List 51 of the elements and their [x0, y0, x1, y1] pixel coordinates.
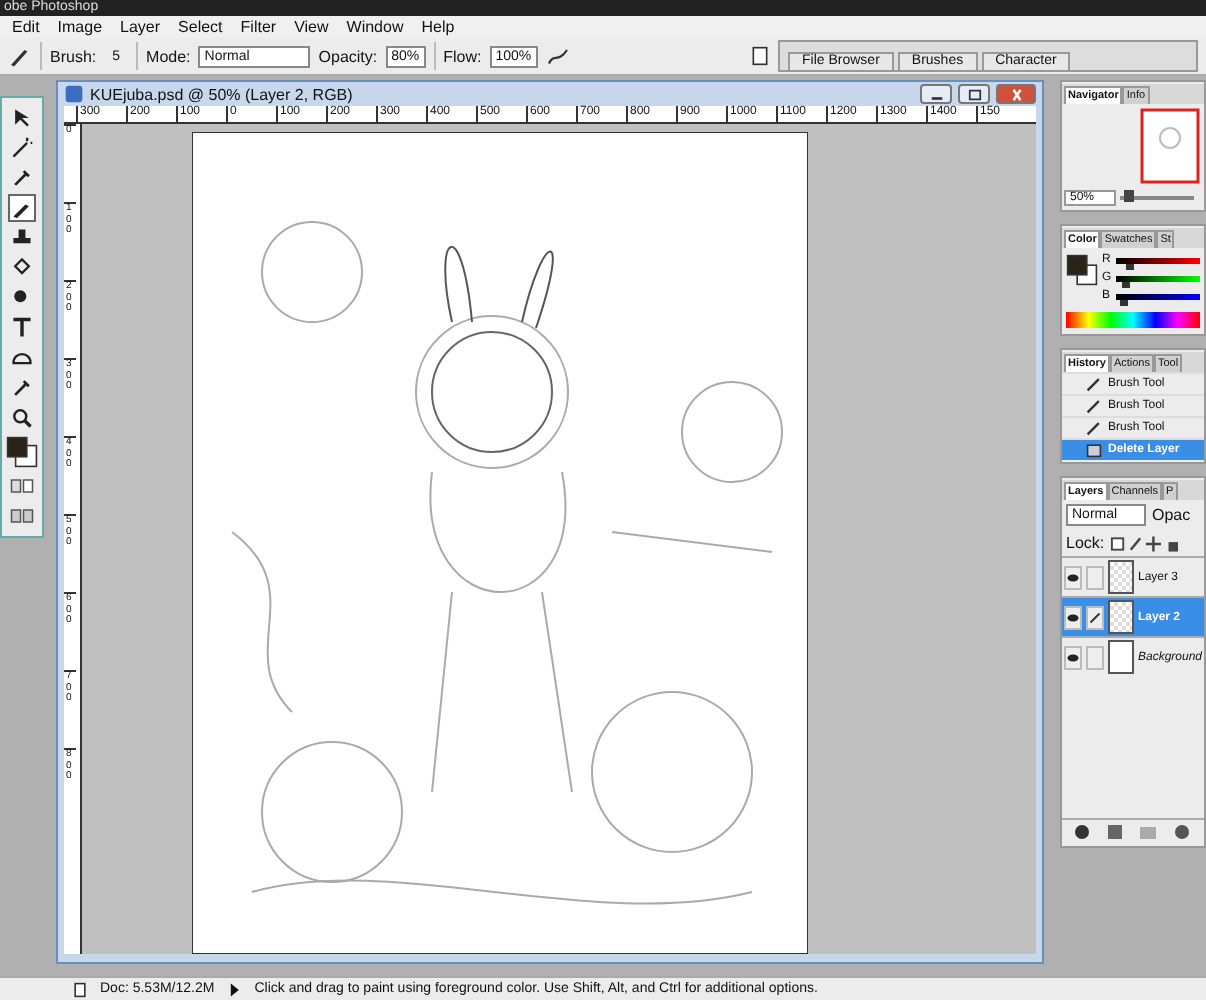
eye-icon[interactable]: [1066, 571, 1080, 583]
slider-thumb[interactable]: [1122, 281, 1131, 287]
minimize-button[interactable]: [920, 84, 952, 104]
menu-item[interactable]: Image: [57, 18, 103, 36]
document-title: KUEjuba.psd @ 50% (Layer 2, RGB): [90, 85, 353, 103]
eye-icon[interactable]: [1066, 651, 1080, 663]
close-button[interactable]: [996, 84, 1036, 104]
layer-icon: [1086, 442, 1102, 458]
document-icon[interactable]: [750, 46, 770, 66]
navigator-thumbnail: [1140, 108, 1200, 184]
slider-thumb[interactable]: [1119, 299, 1128, 305]
eyedropper-tool-icon[interactable]: [10, 376, 34, 400]
brush-icon[interactable]: [8, 44, 32, 68]
airbrush-icon[interactable]: [545, 44, 570, 68]
eye-icon[interactable]: [1066, 611, 1080, 623]
flow-label: Flow:: [443, 47, 482, 65]
mode-label: Mode:: [146, 47, 191, 65]
menu-item[interactable]: Edit: [12, 18, 40, 36]
menu-item[interactable]: Window: [346, 18, 404, 36]
brush-icon: [1088, 611, 1102, 623]
menu-item[interactable]: Filter: [240, 18, 277, 36]
eyedropper-tool-icon[interactable]: [10, 166, 34, 190]
slider-thumb[interactable]: [1123, 190, 1134, 202]
menu-item[interactable]: Select: [178, 18, 223, 36]
brush-label: Brush:: [50, 47, 97, 65]
close-icon: [1007, 87, 1025, 101]
opacity-label: Opacity:: [318, 47, 378, 65]
color-swatches-icon[interactable]: [1066, 254, 1098, 286]
triangle-icon[interactable]: [226, 981, 243, 997]
type-tool-icon[interactable]: [10, 316, 34, 340]
opacity-label: Opac: [1152, 506, 1191, 524]
document-icon: [64, 84, 84, 104]
brush-tool-icon[interactable]: [10, 196, 34, 220]
bucket-tool-icon[interactable]: [10, 256, 34, 280]
zoom-tool-icon[interactable]: [10, 406, 34, 430]
lock-icons[interactable]: [1110, 535, 1179, 551]
menu-item[interactable]: View: [294, 18, 329, 36]
document-icon: [72, 981, 88, 997]
slider-thumb[interactable]: [1126, 263, 1135, 269]
move-tool-icon[interactable]: [10, 106, 34, 130]
menu-item[interactable]: Help: [421, 18, 455, 36]
wand-tool-icon[interactable]: [10, 136, 34, 160]
color-spectrum[interactable]: [1066, 312, 1200, 328]
quick-mask-icon[interactable]: [10, 474, 34, 498]
color-swatches-icon[interactable]: [6, 436, 38, 468]
layer-actions-icons[interactable]: [1073, 824, 1193, 840]
maximize-icon: [965, 87, 983, 101]
maximize-button[interactable]: [958, 84, 990, 104]
screen-mode-icon[interactable]: [10, 504, 34, 528]
menu-item[interactable]: Layer: [120, 18, 161, 36]
lock-label: Lock:: [1066, 534, 1105, 552]
